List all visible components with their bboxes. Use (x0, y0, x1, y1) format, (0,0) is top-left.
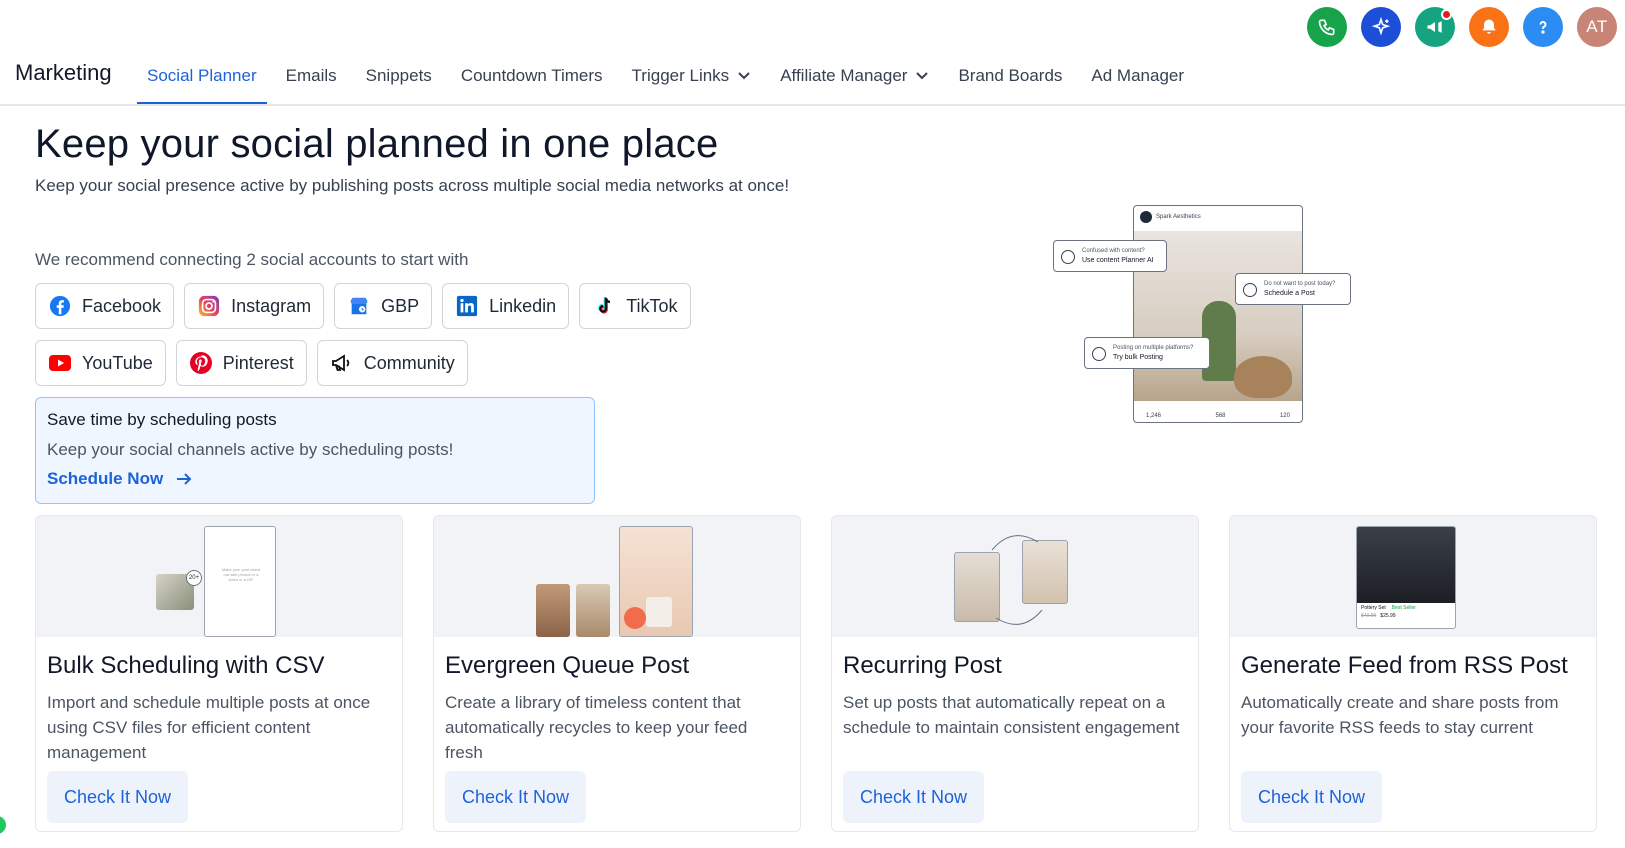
bulk-csv-illustration: Make your post stand out with photos or … (36, 516, 402, 637)
help-icon (1539, 21, 1547, 34)
phone-mockup: Spark Aesthetics 1,246 568 120 (1133, 205, 1303, 423)
connect-pinterest-button[interactable]: Pinterest (175, 340, 307, 386)
hero-illustration: Spark Aesthetics 1,246 568 120 Confused … (1053, 205, 1363, 425)
rss-illustration: Pottery Set Best Seller $49.99 $25.99 (1230, 516, 1596, 637)
tab-ad-manager[interactable]: Ad Manager (1081, 52, 1194, 104)
pottery-photo (1357, 527, 1455, 603)
feature-card-evergreen: Evergreen Queue Post Create a library of… (433, 515, 801, 832)
tab-emails[interactable]: Emails (276, 52, 347, 104)
mini-phone: Make your post stand out with photos or … (204, 526, 276, 637)
schedule-now-link[interactable]: Schedule Now (47, 469, 583, 489)
recommend-text: We recommend connecting 2 social account… (35, 250, 469, 269)
candle-photo (576, 584, 610, 637)
avatar-initials: AT (1586, 17, 1608, 36)
card-title: Recurring Post (843, 652, 1002, 679)
candle-photo (536, 584, 570, 637)
connect-gbp-button[interactable]: GBP (334, 283, 433, 329)
pinterest-icon (189, 351, 213, 375)
connect-youtube-button[interactable]: YouTube (35, 340, 166, 386)
feature-card-rss: Pottery Set Best Seller $49.99 $25.99 Gene… (1229, 515, 1597, 832)
notifications-button[interactable] (1469, 7, 1509, 47)
clock-icon (1243, 283, 1257, 297)
card-title: Generate Feed from RSS Post (1241, 652, 1568, 679)
tab-countdown-timers[interactable]: Countdown Timers (451, 52, 613, 104)
phone-icon (1318, 19, 1335, 36)
announcements-button[interactable] (1415, 7, 1455, 47)
product-post: Pottery Set Best Seller $49.99 $25.99 (1356, 526, 1456, 629)
schedule-promo: Save time by scheduling posts Keep your … (35, 397, 595, 504)
schedule-description: Keep your social channels active by sche… (47, 440, 454, 459)
repeat-arrows-icon (991, 535, 1043, 625)
feature-card-recurring: Recurring Post Set up posts that automat… (831, 515, 1199, 832)
page-title: Marketing (15, 60, 112, 85)
connect-community-button[interactable]: Community (316, 340, 468, 386)
feature-cards: Make your post stand out with photos or … (35, 515, 1597, 832)
chat-widget-tab[interactable] (0, 816, 6, 834)
help-button[interactable] (1523, 7, 1563, 47)
check-it-now-button[interactable]: Check It Now (1241, 771, 1383, 823)
post-stats: 1,246 568 120 (1146, 413, 1290, 419)
social-accounts-row-2: YouTube Pinterest Community (35, 340, 468, 386)
nav-tabs: Social Planner Emails Snippets Countdown… (137, 52, 1203, 104)
callout-bulk: Posting on multiple platforms? Try bulk … (1084, 337, 1210, 369)
check-it-now-button[interactable]: Check It Now (47, 771, 189, 823)
connect-tiktok-button[interactable]: TikTok (579, 283, 691, 329)
tab-trigger-links[interactable]: Trigger Links (622, 52, 762, 104)
phone-button[interactable] (1307, 7, 1347, 47)
check-it-now-button[interactable]: Check It Now (445, 771, 587, 823)
card-title: Bulk Scheduling with CSV (47, 652, 325, 679)
account-name: Spark Aesthetics (1156, 214, 1201, 220)
account-avatar (1140, 211, 1152, 223)
arrow-right-icon (177, 473, 192, 485)
user-avatar[interactable]: AT (1577, 7, 1617, 47)
recurring-illustration (832, 516, 1198, 637)
tab-affiliate-manager[interactable]: Affiliate Manager (770, 52, 939, 104)
comments-count: 568 (1215, 413, 1226, 419)
youtube-icon (48, 351, 72, 375)
tab-snippets[interactable]: Snippets (356, 52, 442, 104)
card-title: Evergreen Queue Post (445, 652, 690, 679)
hero-title: Keep your social planned in one place (35, 122, 719, 166)
card-description: Create a library of timeless content tha… (445, 693, 748, 762)
post-photo (619, 526, 693, 637)
connect-facebook-button[interactable]: Facebook (35, 283, 175, 329)
tiktok-icon (592, 294, 616, 318)
card-description: Set up posts that automatically repeat o… (843, 693, 1180, 737)
top-nav: Marketing Social Planner Emails Snippets… (0, 52, 1625, 106)
social-accounts-row-1: Facebook Instagram GBP Linkedin TikTok (35, 283, 691, 329)
megaphone-icon (330, 351, 354, 375)
google-business-icon (347, 294, 371, 318)
callout-content-ai: Confused with content? Use content Plann… (1053, 240, 1167, 272)
card-description: Import and schedule multiple posts at on… (47, 693, 371, 762)
tab-brand-boards[interactable]: Brand Boards (948, 52, 1072, 104)
chevron-down-icon (916, 72, 929, 80)
card-description: Automatically create and share posts fro… (1241, 693, 1559, 737)
header-actions: AT (1307, 7, 1617, 47)
instagram-icon (197, 294, 221, 318)
schedule-title: Save time by scheduling posts (47, 410, 277, 429)
tab-social-planner[interactable]: Social Planner (137, 52, 267, 104)
shares-count: 120 (1279, 413, 1290, 419)
basket-photo (1234, 356, 1292, 398)
check-it-now-button[interactable]: Check It Now (843, 771, 985, 823)
bell-icon (1482, 19, 1496, 34)
facebook-icon (48, 294, 72, 318)
callout-schedule: Do not want to post today? Schedule a Po… (1235, 273, 1351, 305)
notification-dot (1441, 9, 1452, 20)
megaphone-icon (1427, 21, 1442, 33)
count-badge: 20+ (186, 570, 202, 586)
connect-linkedin-button[interactable]: Linkedin (442, 283, 570, 329)
likes-count: 1,246 (1146, 413, 1162, 419)
chat-icon (1061, 250, 1075, 264)
hero-subtitle: Keep your social presence active by publ… (35, 176, 790, 195)
linkedin-icon (455, 294, 479, 318)
evergreen-illustration (434, 516, 800, 637)
connect-instagram-button[interactable]: Instagram (184, 283, 325, 329)
ai-assistant-button[interactable] (1361, 7, 1401, 47)
sparkle-icon (1371, 17, 1391, 36)
upload-icon (1092, 347, 1106, 361)
feature-card-bulk-csv: Make your post stand out with photos or … (35, 515, 403, 832)
chevron-down-icon (738, 72, 750, 80)
